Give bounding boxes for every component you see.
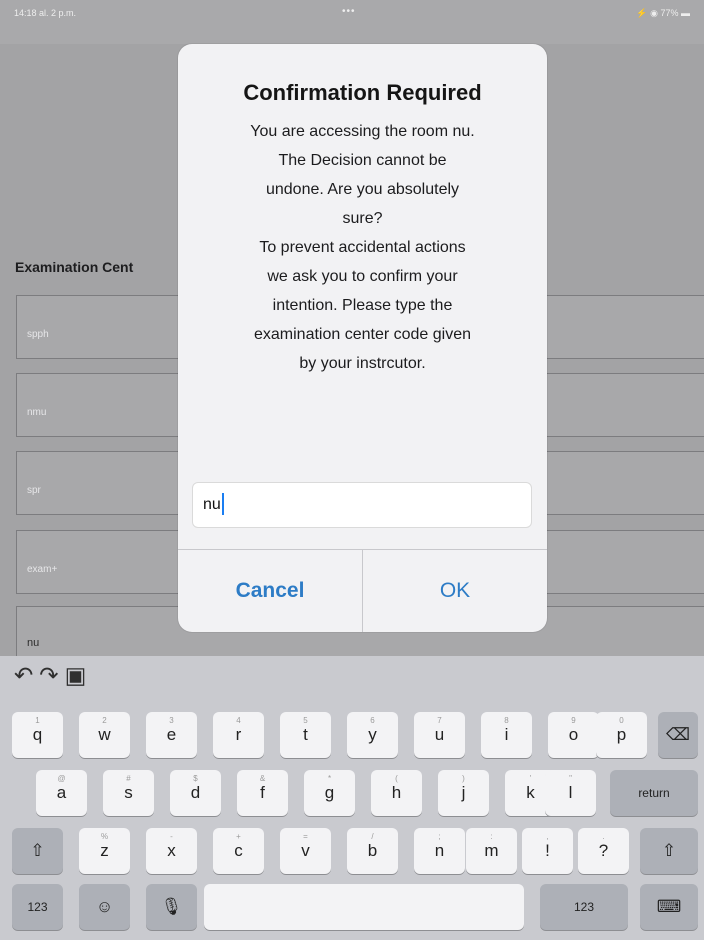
dialog-message: You are accessing the room nu. The Decis… xyxy=(192,117,533,378)
key-u[interactable]: 7u xyxy=(414,712,465,758)
hide-keyboard-key[interactable]: ⌨ xyxy=(640,884,698,930)
emoji-icon: ☺ xyxy=(95,897,114,916)
key-w[interactable]: 2w xyxy=(79,712,130,758)
key-e[interactable]: 3e xyxy=(146,712,197,758)
message-line: sure? xyxy=(342,210,383,227)
code-input[interactable]: nu xyxy=(192,482,532,528)
key-v[interactable]: = v xyxy=(280,828,331,874)
message-line: intention. Please type the xyxy=(272,297,453,314)
key-j[interactable]: ) j xyxy=(438,770,489,816)
key-p[interactable]: 0p xyxy=(596,712,647,758)
confirmation-dialog: Confirmation Required You are accessing … xyxy=(178,44,547,632)
status-bar: 14:18 al. 2 p.m. ••• ⚡ ◉ 77% ▬ xyxy=(0,0,704,44)
key-m[interactable]: :m xyxy=(466,828,517,874)
field-value: exam+ xyxy=(27,564,58,575)
code-input-value: nu xyxy=(203,496,221,513)
shift-key-right[interactable]: ⇧ xyxy=(640,828,698,874)
key-r[interactable]: 4r xyxy=(213,712,264,758)
keyboard-icon: ⌨ xyxy=(656,897,682,916)
key-l[interactable]: " l xyxy=(545,770,596,816)
key-i[interactable]: 8i xyxy=(481,712,532,758)
backspace-icon: ⌫ xyxy=(665,725,691,744)
message-line: You are accessing the room nu. xyxy=(250,123,475,140)
dictation-key[interactable]: 🎙 xyxy=(146,884,197,930)
field-value: nmu xyxy=(27,407,47,418)
status-battery: ⚡ ◉ 77% ▬ xyxy=(636,8,690,18)
field-value: spr xyxy=(27,485,41,496)
emoji-key[interactable]: ☺ xyxy=(79,884,130,930)
key-s[interactable]: # s xyxy=(103,770,154,816)
keyboard-toolbar: ↶ ↷ ▣ xyxy=(14,662,92,689)
field-value: nu xyxy=(27,637,40,649)
redo-icon[interactable]: ↷ xyxy=(39,662,58,688)
message-line: by your instrcutor. xyxy=(299,355,426,372)
key-n[interactable]: ; n xyxy=(414,828,465,874)
numbers-key-left[interactable]: 123 xyxy=(12,884,63,930)
key-q[interactable]: 1q xyxy=(12,712,63,758)
ok-button[interactable]: OK xyxy=(363,550,547,632)
message-line: To prevent accidental actions xyxy=(259,239,466,256)
shift-icon: ⇧ xyxy=(661,841,677,860)
key-f[interactable]: & f xyxy=(237,770,288,816)
message-line: The Decision cannot be xyxy=(278,152,447,169)
numbers-key-right[interactable]: 123 xyxy=(540,884,628,930)
key-a[interactable]: @ a xyxy=(36,770,87,816)
clipboard-icon[interactable]: ▣ xyxy=(65,662,87,688)
return-key[interactable]: return xyxy=(610,770,698,816)
message-line: undone. Are you absolutely xyxy=(265,181,460,198)
undo-icon[interactable]: ↶ xyxy=(14,662,33,688)
key-question[interactable]: .? xyxy=(578,828,629,874)
message-line: we ask you to confirm your xyxy=(267,268,458,285)
key-t[interactable]: 5t xyxy=(280,712,331,758)
key-exclamation[interactable]: ,! xyxy=(522,828,573,874)
text-caret xyxy=(222,493,224,515)
status-dots: ••• xyxy=(342,6,356,17)
backspace-key[interactable]: ⌫ xyxy=(658,712,698,758)
cancel-button[interactable]: Cancel xyxy=(178,550,362,632)
field-value: spph xyxy=(27,329,49,340)
shift-icon: ⇧ xyxy=(30,841,45,860)
key-c[interactable]: + c xyxy=(213,828,264,874)
key-y[interactable]: 6y xyxy=(347,712,398,758)
key-h[interactable]: (h xyxy=(371,770,422,816)
status-time: 14:18 al. 2 p.m. xyxy=(14,8,77,18)
section-label: Examination Cent xyxy=(15,259,134,275)
key-d[interactable]: $ d xyxy=(170,770,221,816)
key-x[interactable]: -x xyxy=(146,828,197,874)
keyboard: ↶ ↷ ▣ 1q 2w 3e 4r 5t 6y 7u 8i 9o 0p ⌫ @ a #… xyxy=(0,656,704,940)
message-line: examination center code given xyxy=(253,326,472,343)
key-z[interactable]: % z xyxy=(79,828,130,874)
key-o[interactable]: 9o xyxy=(548,712,599,758)
shift-key-left[interactable]: ⇧ xyxy=(12,828,63,874)
space-key[interactable] xyxy=(204,884,524,930)
microphone-icon: 🎙 xyxy=(160,897,183,916)
key-g[interactable]: * g xyxy=(304,770,355,816)
dialog-title: Confirmation Required xyxy=(243,80,482,105)
key-b[interactable]: / b xyxy=(347,828,398,874)
